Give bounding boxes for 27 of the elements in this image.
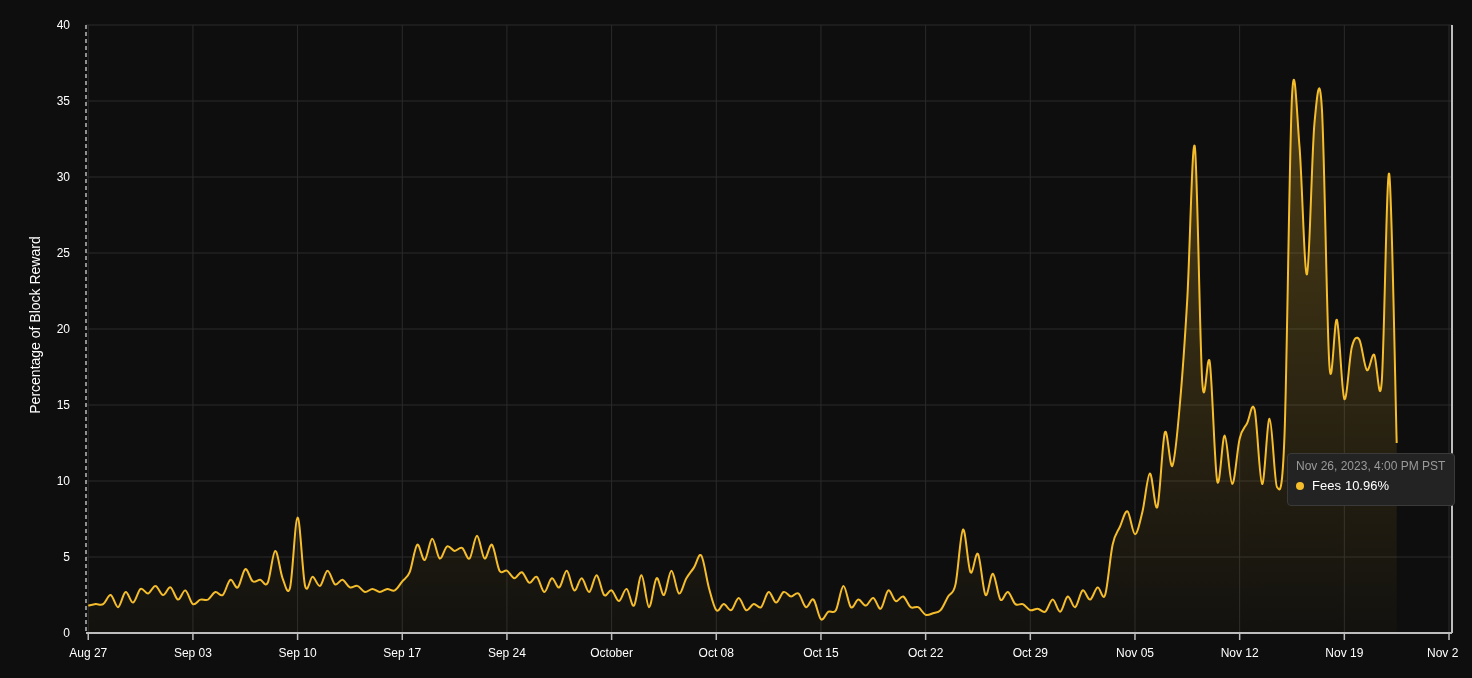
x-tick-label: Oct 22: [907, 646, 944, 660]
tooltip-date: Nov 26, 2023, 4:00 PM PST: [1296, 458, 1446, 474]
series-value: 10.96%: [1344, 478, 1389, 494]
x-tick-label: Sep 03: [173, 646, 212, 660]
y-tick-label: 40: [56, 18, 70, 32]
y-tick-label: 20: [56, 322, 70, 336]
x-tick-label: Aug 27: [69, 646, 108, 660]
x-tick-label: Nov 19: [1325, 646, 1364, 660]
x-tick-label: Oct 08: [698, 646, 734, 660]
x-tick-label: Nov 12: [1220, 646, 1259, 660]
x-tick-label: Oct 29: [1012, 646, 1048, 660]
x-tick-label: Nov 05: [1115, 646, 1154, 660]
x-tick-label: Nov 2: [1427, 646, 1459, 660]
x-tick-label: Sep 24: [487, 646, 526, 660]
x-tick-label: Sep 17: [383, 646, 422, 660]
y-tick-label: 10: [56, 474, 70, 488]
y-tick-label: 0: [63, 626, 70, 640]
x-tick-label: Sep 10: [278, 646, 317, 660]
y-tick-label: 5: [63, 550, 70, 564]
x-tick-label: Oct 15: [803, 646, 839, 660]
y-tick-label: 15: [56, 398, 70, 412]
y-tick-label: 35: [56, 94, 70, 108]
series-name: Fees: [1312, 478, 1341, 494]
y-tick-label: 25: [56, 246, 70, 260]
x-tick-label: October: [590, 646, 633, 660]
y-tick-label: 30: [56, 170, 70, 184]
y-axis-title: Percentage of Block Reward: [27, 236, 43, 414]
